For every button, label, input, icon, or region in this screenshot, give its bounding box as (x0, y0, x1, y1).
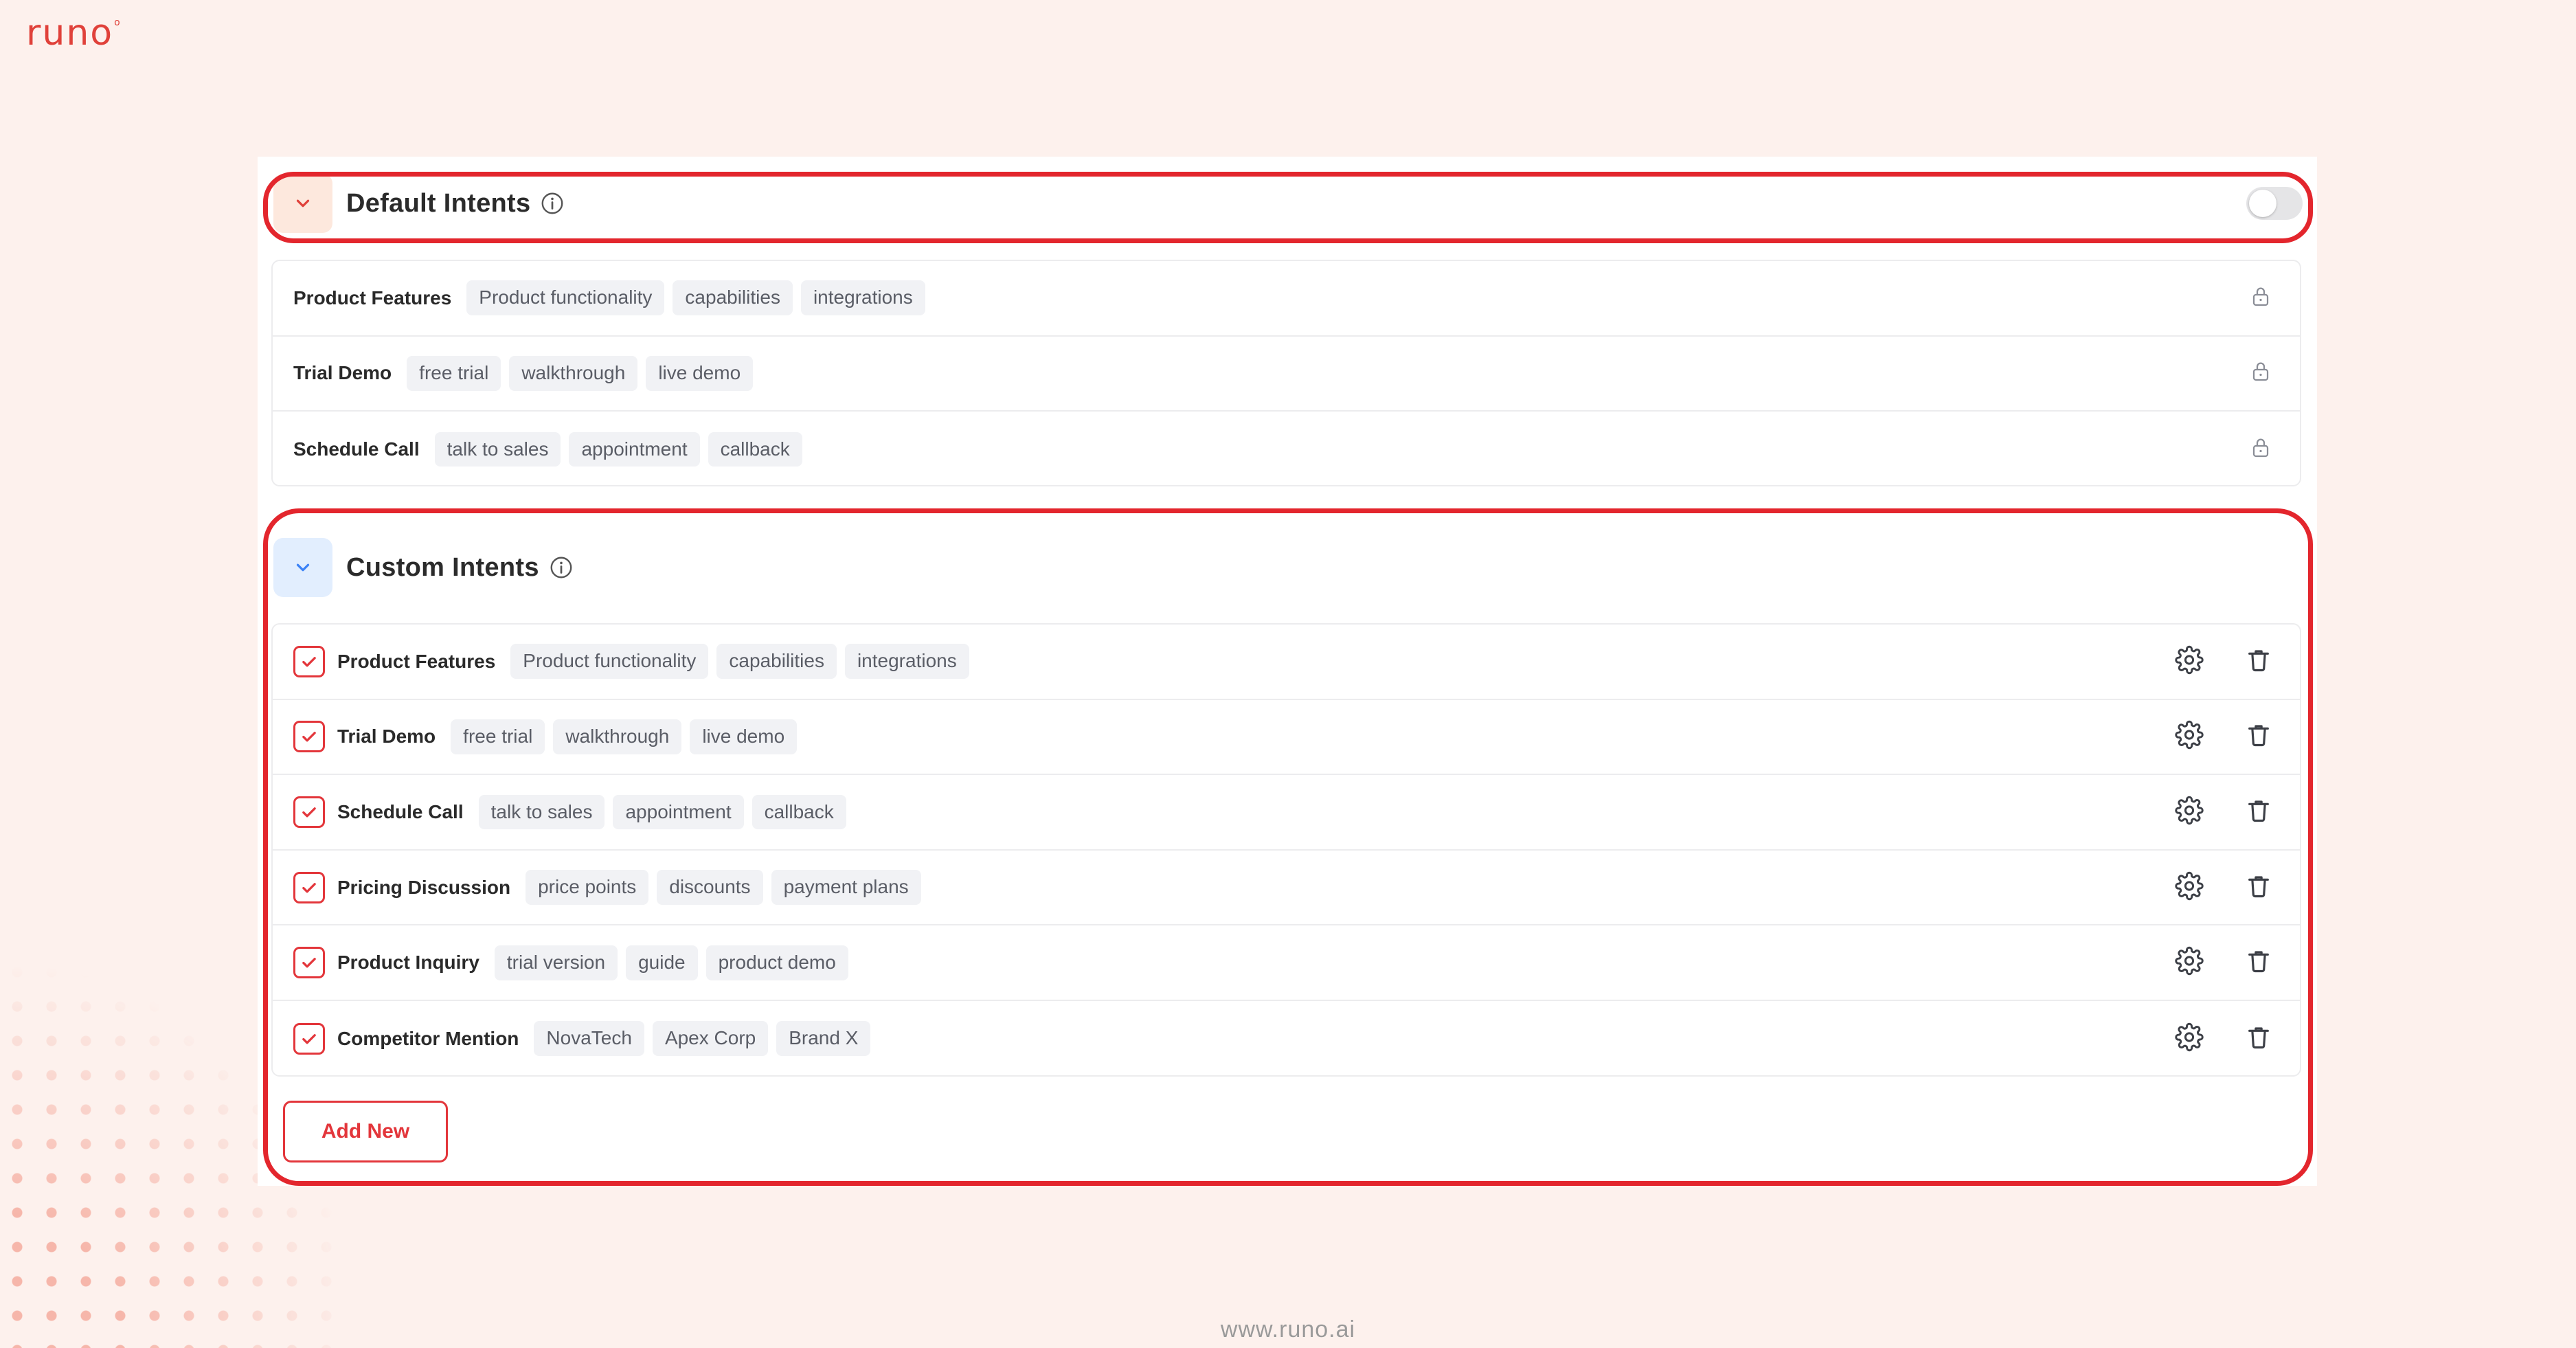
intent-keyword-tag: Product functionality (466, 280, 665, 316)
lock-icon (2250, 360, 2271, 387)
lock-icon (2250, 284, 2271, 311)
lock-icon (2250, 436, 2271, 462)
intent-keyword-tag: walkthrough (509, 355, 638, 391)
intent-keyword-tag: appointment (569, 431, 700, 467)
intent-name: Trial Demo (293, 362, 392, 384)
runo-logo: runoo (26, 12, 122, 54)
intent-keyword-tag: integrations (800, 280, 925, 316)
default-intents-list: Product Features Product functionality cap… (271, 260, 2301, 486)
intent-keyword-tag: callback (708, 431, 802, 467)
intent-keyword-tag: live demo (646, 355, 754, 391)
default-intent-row: Schedule Call talk to sales appointment cal… (273, 412, 2300, 487)
intent-keyword-tag: talk to sales (434, 431, 561, 467)
default-intent-row: Trial Demo free trial walkthrough live demo (273, 337, 2300, 412)
custom-intents-highlight (263, 508, 2313, 1186)
default-intent-row: Product Features Product functionality cap… (273, 261, 2300, 337)
footer-url: www.runo.ai (1220, 1316, 1356, 1343)
intent-keyword-tag: capabilities (673, 280, 793, 316)
intent-name: Product Features (293, 287, 452, 308)
intent-keyword-tag: free trial (407, 355, 501, 391)
default-intents-highlight (263, 172, 2313, 243)
intent-name: Schedule Call (293, 438, 420, 460)
